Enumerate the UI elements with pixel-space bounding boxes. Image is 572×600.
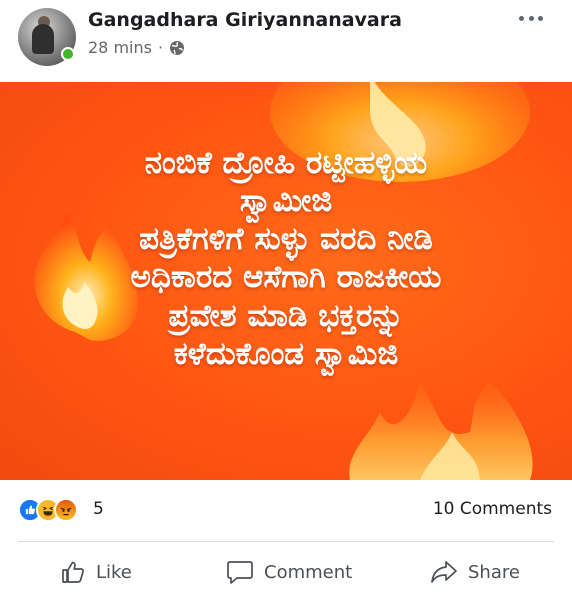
fire-icon-bottom — [349, 382, 533, 480]
more-horizontal-icon[interactable] — [515, 6, 547, 30]
comments-count[interactable]: 10 Comments — [433, 499, 552, 519]
avatar-figure — [32, 24, 54, 54]
image-text-line: ಕಳೆದುಕೊಂಡ ಸ್ವಾಮಿಜಿ — [173, 335, 399, 372]
reaction-icons[interactable] — [18, 498, 92, 522]
globe-icon[interactable] — [169, 40, 185, 56]
share-label: Share — [468, 561, 520, 583]
comment-button[interactable]: Comment — [226, 554, 352, 590]
post-time[interactable]: 28 mins — [88, 38, 152, 57]
image-text-line: ಪ್ರವೇಶ ಮಾಡಿ ಭಕ್ತರನ್ನು — [168, 297, 404, 334]
thumbs-up-icon — [62, 561, 84, 583]
like-button[interactable]: Like — [60, 554, 132, 590]
reaction-count[interactable]: 5 — [93, 499, 104, 519]
comment-icon — [227, 561, 253, 584]
online-status-icon — [61, 47, 75, 61]
share-button[interactable]: Share — [430, 554, 520, 590]
like-label: Like — [96, 561, 132, 583]
angry-reaction-icon — [54, 498, 78, 522]
image-text-line: ಪತ್ರಿಕೆಗಳಿಗೆ ಸುಳ್ಳು ವರದಿ ನೀಡಿ — [139, 221, 433, 258]
post-meta: 28 mins · — [88, 38, 185, 57]
image-text-line: ಅಧಿಕಾರದ ಆಸೆಗಾಗಿ ರಾಜಕೀಯ — [130, 259, 442, 296]
post-image[interactable]: ನಂಬಿಕೆ ದ್ರೋಹಿ ರಟ್ಟೀಹಳ್ಳಿಯ ಸ್ವಾಮೀಜಿ ಪತ್ರಿ… — [0, 82, 572, 480]
post-image-text: ನಂಬಿಕೆ ದ್ರೋಹಿ ರಟ್ಟೀಹಳ್ಳಿಯ ಸ್ವಾಮೀಜಿ ಪತ್ರಿ… — [30, 144, 542, 373]
post-header: Gangadhara Giriyannanavara 28 mins · — [0, 0, 572, 82]
reactions-bar: 5 10 Comments — [0, 490, 572, 530]
action-bar: Like Comment Share — [0, 548, 572, 596]
meta-separator: · — [157, 38, 164, 57]
divider — [18, 541, 554, 542]
image-text-line: ಸ್ವಾಮೀಜಿ — [239, 183, 333, 220]
image-text-line: ನಂಬಿಕೆ ದ್ರೋಹಿ ರಟ್ಟೀಹಳ್ಳಿಯ — [144, 145, 428, 181]
author-name[interactable]: Gangadhara Giriyannanavara — [88, 9, 402, 31]
share-arrow-icon — [431, 561, 457, 583]
comment-label: Comment — [264, 561, 353, 583]
